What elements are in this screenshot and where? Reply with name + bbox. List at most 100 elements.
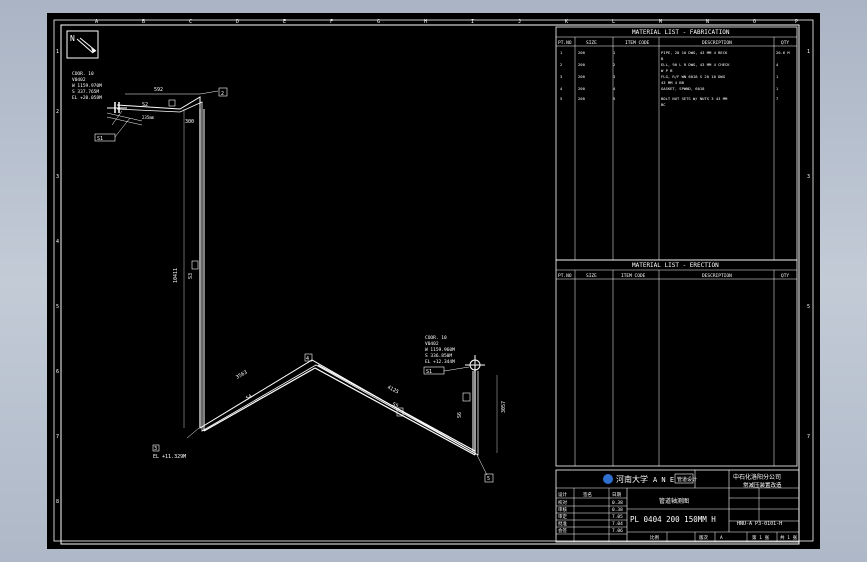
- grid-number: 6: [56, 369, 59, 375]
- grid-number: 5: [807, 304, 810, 310]
- grid-letter: G: [377, 19, 380, 25]
- svg-text:PT.NO: PT.NO: [558, 273, 572, 279]
- fabrication-table: MATERIAL LIST - FABRICATION PT.NO SIZE I…: [555, 26, 798, 261]
- university-name: 河南大学: [616, 474, 648, 484]
- grid-letter: J: [518, 19, 521, 25]
- svg-text:COOR. 10: COOR. 10: [72, 71, 94, 77]
- svg-text:43 MM 4 BB: 43 MM 4 BB: [661, 80, 685, 85]
- grid-number: 3: [56, 174, 59, 180]
- erection-title: MATERIAL LIST - ERECTION: [632, 262, 719, 269]
- project-name: 常减压装置改造: [743, 481, 782, 489]
- svg-text:会签: 会签: [558, 527, 567, 534]
- svg-text:DESCRIPTION: DESCRIPTION: [702, 273, 732, 279]
- svg-text:共 1 张: 共 1 张: [780, 534, 798, 541]
- svg-text:批准: 批准: [558, 520, 567, 527]
- svg-text:200: 200: [578, 74, 586, 79]
- svg-text:QTY: QTY: [781, 40, 789, 46]
- grid-letter: P: [795, 19, 798, 25]
- svg-text:S4: S4: [245, 394, 253, 402]
- grid-letter: N: [706, 19, 709, 25]
- svg-text:2: 2: [560, 62, 562, 67]
- svg-text:W 1159.970M: W 1159.970M: [72, 83, 102, 89]
- company-name: 中石化洛阳分公司: [733, 473, 781, 481]
- north-label: N: [70, 34, 75, 43]
- el-bottom: EL +11.329M: [153, 454, 186, 460]
- grid-number: 1: [56, 49, 59, 55]
- svg-text:EL +20.058M: EL +20.058M: [72, 95, 102, 101]
- svg-text:4: 4: [560, 86, 563, 91]
- coord-top: COOR. 10 V0402 W 1159.970M S 337.765M EL…: [72, 71, 102, 101]
- grid-letter: O: [753, 19, 756, 25]
- grid-letter: E: [283, 19, 286, 25]
- grid-letter: I: [471, 19, 474, 25]
- isometric-drawing: A B C D E F G H I J K L M N O P 1 2 3 4 …: [53, 19, 814, 545]
- title-block: 河南大学 A N E 管道设计 中石化洛阳分公司 常减压装置改造 设计 签名 日期 …: [555, 469, 800, 543]
- svg-text:日期: 日期: [612, 492, 621, 498]
- north-arrow-icon: N: [66, 30, 99, 59]
- svg-text:BC: BC: [661, 102, 666, 107]
- dim-right-vert: 3057: [501, 401, 507, 413]
- svg-text:BOLT NUT SETS W/ NUTS 3 43 MM: BOLT NUT SETS W/ NUTS 3 43 MM: [661, 96, 728, 101]
- svg-text:200: 200: [578, 62, 586, 67]
- dim-cut: 300: [185, 119, 194, 125]
- svg-text:第 1 张: 第 1 张: [752, 534, 770, 541]
- pipe-label: S2: [142, 102, 148, 108]
- svg-text:7: 7: [776, 96, 778, 101]
- svg-text:3: 3: [613, 74, 615, 79]
- svg-text:3: 3: [154, 446, 157, 452]
- svg-text:A: A: [720, 535, 723, 541]
- svg-text:2: 2: [221, 91, 224, 97]
- grid-letter: D: [236, 19, 239, 25]
- svg-text:7.05: 7.05: [612, 514, 623, 520]
- dim-diag-right: 4125: [386, 384, 399, 395]
- svg-text:COOR. 10: COOR. 10: [425, 335, 447, 341]
- svg-text:4: 4: [613, 86, 616, 91]
- svg-text:1: 1: [560, 50, 563, 55]
- signature-grid: 设计 签名 日期 校对 0.38 审核 0.38 审定 7.05 批准 7.04 会签 7.0…: [556, 488, 628, 542]
- grid-number: 1: [807, 49, 810, 55]
- svg-text:PT.NO: PT.NO: [558, 40, 572, 46]
- dim-vertical: 10411: [173, 268, 179, 283]
- svg-text:5: 5: [560, 96, 562, 101]
- svg-text:W 1159.960M: W 1159.960M: [425, 347, 455, 353]
- drawing-name: 管道轴测图: [659, 497, 689, 505]
- dim-diag-left: 3563: [235, 370, 248, 381]
- svg-text:S 337.765M: S 337.765M: [72, 89, 99, 95]
- svg-text:审定: 审定: [558, 513, 567, 520]
- svg-text:DESCRIPTION: DESCRIPTION: [702, 40, 732, 46]
- svg-text:ELL, 90 L R DWG, 43 MM 4 CHECK: ELL, 90 L R DWG, 43 MM 4 CHECK: [661, 62, 730, 67]
- svg-text:SIZE: SIZE: [586, 273, 597, 279]
- svg-text:W P B: W P B: [661, 68, 673, 73]
- dim-small: 235mm: [142, 115, 155, 120]
- svg-text:ITEM CODE: ITEM CODE: [625, 40, 650, 46]
- svg-text:GASKET, SPWND, 6018: GASKET, SPWND, 6018: [661, 86, 705, 91]
- grid-letter: H: [424, 19, 427, 25]
- svg-text:EL +12.344M: EL +12.344M: [425, 359, 455, 365]
- svg-text:S1: S1: [97, 136, 103, 142]
- grid-number: 7: [807, 434, 810, 440]
- svg-text:0.38: 0.38: [612, 500, 623, 506]
- grid-letter: C: [189, 19, 192, 25]
- coord-right: COOR. 10 V0402 W 1159.960M S 336.850M EL…: [425, 335, 455, 365]
- svg-text:ITEM CODE: ITEM CODE: [621, 273, 646, 279]
- grid-letter: K: [565, 19, 568, 25]
- flange-top: [107, 102, 127, 113]
- svg-text:管道设计: 管道设计: [677, 476, 697, 483]
- svg-text:V0402: V0402: [425, 341, 439, 347]
- grid-letter: F: [330, 19, 333, 25]
- svg-text:B: B: [661, 56, 664, 61]
- drawing-sheet: A B C D E F G H I J K L M N O P 1 2 3 4 …: [47, 13, 820, 549]
- flange-right: [465, 355, 485, 375]
- svg-text:S3: S3: [188, 273, 194, 279]
- grid-number: 4: [56, 239, 59, 245]
- svg-text:SIZE: SIZE: [586, 40, 597, 46]
- svg-text:V0402: V0402: [72, 77, 86, 83]
- svg-text:FLG, R/F WN 6018 S 20 10 DWG: FLG, R/F WN 6018 S 20 10 DWG: [661, 74, 726, 79]
- svg-text:2: 2: [613, 62, 615, 67]
- svg-text:3: 3: [560, 74, 562, 79]
- svg-text:S 336.850M: S 336.850M: [425, 353, 452, 359]
- grid-number: 3: [807, 174, 810, 180]
- grid-letter: M: [659, 19, 662, 25]
- svg-text:S1: S1: [426, 369, 432, 375]
- svg-text:审核: 审核: [558, 506, 567, 513]
